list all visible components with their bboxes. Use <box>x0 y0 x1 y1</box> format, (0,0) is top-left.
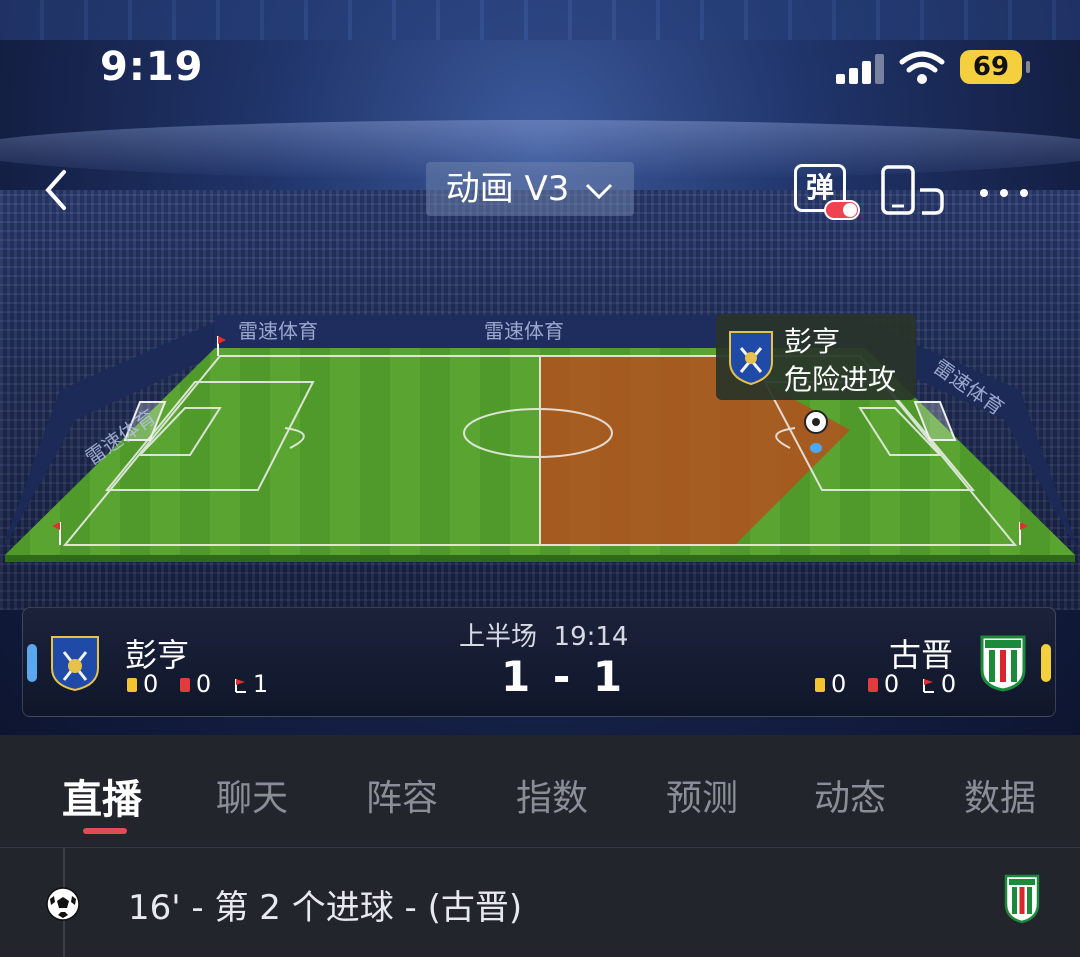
home-red-cards: 0 <box>195 670 212 698</box>
tab-updates[interactable]: 动态 <box>814 769 886 821</box>
away-stats: 0 0 0 <box>815 670 970 700</box>
tab-live[interactable]: 直播 <box>62 767 142 825</box>
chevron-down-icon <box>586 183 613 199</box>
animation-mode-select[interactable]: 动画 V3 <box>426 162 634 216</box>
home-team-logo[interactable] <box>49 634 101 692</box>
adboard-center: 雷速体育 <box>484 319 564 343</box>
pitch: 雷速体育 雷速体育 雷速体育 雷速体育 <box>0 315 1080 562</box>
away-color-bar <box>1041 644 1051 682</box>
active-tab-indicator <box>83 828 127 834</box>
adboard-left: 雷速体育 <box>238 319 318 343</box>
away-corners: 0 <box>940 670 957 698</box>
corner-flag-icon <box>234 679 246 693</box>
home-color-bar <box>27 644 37 682</box>
event-description: 危险进攻 <box>784 363 897 396</box>
away-yellow-cards: 0 <box>831 670 847 698</box>
yellow-card-icon <box>127 678 137 692</box>
home-team-logo <box>729 331 773 386</box>
home-stats: 0 0 1 <box>127 670 282 700</box>
signal-icon <box>836 54 886 84</box>
match-score: 1 - 1 <box>501 652 627 701</box>
chevron-left-icon[interactable] <box>40 168 80 212</box>
rotate-screen-icon[interactable] <box>880 164 946 216</box>
tab-lineup[interactable]: 阵容 <box>366 769 438 821</box>
corner-flag-icon <box>922 679 934 693</box>
red-card-icon <box>179 678 190 692</box>
status-time: 9:19 <box>100 44 204 90</box>
tab-bar: 直播 聊天 阵容 指数 预测 动态 数据 <box>0 735 1080 848</box>
match-event-popup: 彭亨 危险进攻 <box>716 314 916 400</box>
tab-prediction[interactable]: 预测 <box>666 769 738 821</box>
wifi-icon <box>899 51 945 84</box>
tab-stats[interactable]: 数据 <box>964 769 1036 821</box>
ball-position-dot <box>810 443 822 453</box>
danmaku-toggle[interactable] <box>824 200 860 220</box>
battery-indicator: 69 <box>960 50 1030 84</box>
mode-label: 动画 V3 <box>445 169 570 209</box>
home-yellow-cards: 0 <box>143 670 159 698</box>
match-clock: 19:14 <box>553 622 629 652</box>
home-corners: 1 <box>252 670 269 698</box>
away-team-logo <box>1004 874 1040 924</box>
soccer-ball-icon <box>46 887 80 921</box>
status-bar: 9:19 69 <box>0 0 1080 130</box>
tab-odds[interactable]: 指数 <box>516 769 588 821</box>
tab-chat[interactable]: 聊天 <box>216 769 288 821</box>
scoreboard: 彭亨 0 0 1 上半场 19:14 1 - 1 古晋 0 0 0 <box>22 607 1056 717</box>
red-card-icon <box>867 678 878 692</box>
away-team-logo[interactable] <box>979 634 1027 692</box>
feed-event-text: 16' - 第 2 个进球 - (古晋) <box>128 888 523 928</box>
yellow-card-icon <box>815 678 825 692</box>
away-red-cards: 0 <box>883 670 900 698</box>
match-period: 上半场 19:14 <box>459 622 629 652</box>
event-team: 彭亨 <box>784 325 841 358</box>
live-feed: 16' - 第 2 个进球 - (古晋) <box>0 848 1080 957</box>
more-icon[interactable] <box>976 170 1032 210</box>
